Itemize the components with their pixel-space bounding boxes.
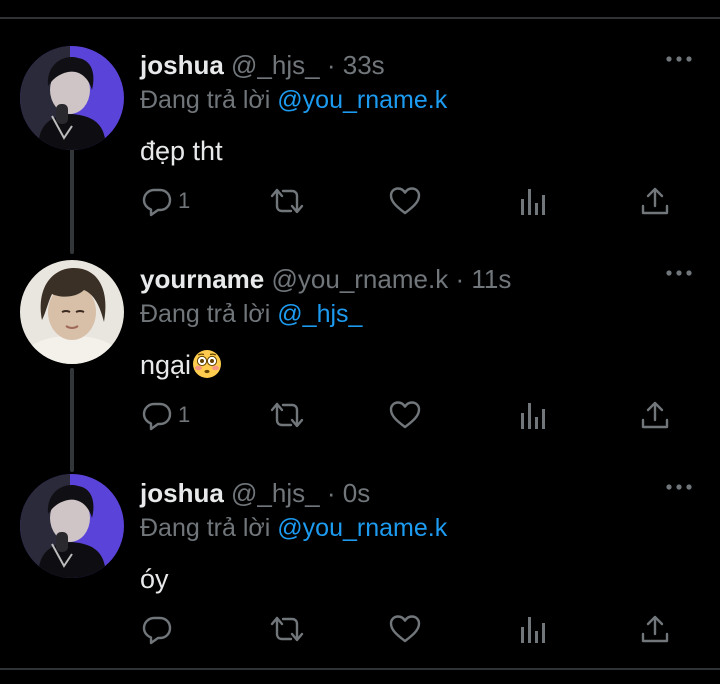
- like-button[interactable]: [388, 184, 422, 218]
- retweet-arrows-icon: [268, 612, 306, 646]
- tweet-text: óy: [140, 564, 169, 594]
- tweet-header: yourname @you_rname.k · 11s: [140, 262, 511, 296]
- tweet-header: joshua @_hjs_ · 0s: [140, 476, 370, 510]
- like-button[interactable]: [388, 612, 422, 646]
- retweet-arrows-icon: [268, 398, 306, 432]
- tweet-text: đẹp tht: [140, 136, 223, 166]
- share-button[interactable]: [638, 612, 672, 646]
- display-name[interactable]: yourname: [140, 264, 264, 294]
- speech-bubble-icon: [140, 184, 174, 218]
- more-icon[interactable]: [662, 50, 696, 68]
- reply-button[interactable]: 1: [140, 184, 190, 218]
- views-button[interactable]: [516, 184, 550, 218]
- tweet-header: joshua @_hjs_ · 33s: [140, 48, 385, 82]
- more-icon[interactable]: [662, 478, 696, 496]
- retweet-arrows-icon: [268, 184, 306, 218]
- replying-to-label: Đang trả lời: [140, 86, 271, 114]
- top-divider: [0, 17, 720, 19]
- user-handle[interactable]: @you_rname.k: [272, 264, 449, 294]
- views-button[interactable]: [516, 398, 550, 432]
- bottom-divider: [0, 668, 720, 670]
- reply-count: 1: [178, 402, 191, 427]
- mention-link[interactable]: @you_rname.k: [277, 86, 447, 114]
- avatar-joshua[interactable]: [20, 46, 124, 150]
- replying-to: Đang trả lời @_hjs_: [140, 298, 362, 330]
- tweet-text: ngại: [140, 348, 222, 382]
- retweet-button[interactable]: [268, 184, 306, 218]
- share-button[interactable]: [638, 184, 672, 218]
- flushed-face-emoji-icon: [192, 349, 222, 379]
- tweet-actions: [140, 612, 680, 646]
- separator-dot: ·: [455, 264, 465, 294]
- timestamp[interactable]: 0s: [343, 478, 370, 508]
- user-handle[interactable]: @_hjs_: [231, 478, 320, 508]
- like-button[interactable]: [388, 398, 422, 432]
- speech-bubble-icon: [140, 398, 174, 432]
- mention-link[interactable]: @_hjs_: [277, 300, 362, 328]
- separator-dot: ·: [326, 50, 336, 80]
- share-upload-icon: [638, 184, 672, 218]
- heart-outline-icon: [388, 184, 422, 218]
- timestamp[interactable]: 33s: [343, 50, 385, 80]
- display-name[interactable]: joshua: [140, 50, 224, 80]
- replying-to: Đang trả lời @you_rname.k: [140, 84, 447, 116]
- share-upload-icon: [638, 398, 672, 432]
- avatar-yourname[interactable]: [20, 260, 124, 364]
- reply-button[interactable]: [140, 612, 178, 646]
- views-button[interactable]: [516, 612, 550, 646]
- mention-link[interactable]: @you_rname.k: [277, 514, 447, 542]
- replying-to: Đang trả lời @you_rname.k: [140, 512, 447, 544]
- tweet-1[interactable]: joshua @_hjs_ · 33s Đang trả lời @you_rn…: [0, 46, 720, 256]
- avatar-joshua[interactable]: [20, 474, 124, 578]
- reply-count: 1: [178, 188, 191, 213]
- more-icon[interactable]: [662, 264, 696, 282]
- bar-chart-icon: [516, 398, 550, 432]
- separator-dot: ·: [326, 478, 336, 508]
- replying-to-label: Đang trả lời: [140, 514, 271, 542]
- bar-chart-icon: [516, 184, 550, 218]
- tweet-2[interactable]: yourname @you_rname.k · 11s Đang trả lời…: [0, 260, 720, 470]
- timestamp[interactable]: 11s: [471, 264, 511, 294]
- tweet-actions: 1: [140, 184, 680, 218]
- speech-bubble-icon: [140, 612, 174, 646]
- tweet-actions: 1: [140, 398, 680, 432]
- replying-to-label: Đang trả lời: [140, 300, 271, 328]
- retweet-button[interactable]: [268, 612, 306, 646]
- bar-chart-icon: [516, 612, 550, 646]
- retweet-button[interactable]: [268, 398, 306, 432]
- user-handle[interactable]: @_hjs_: [231, 50, 320, 80]
- tweet-text-content: ngại: [140, 350, 192, 380]
- tweet-3[interactable]: joshua @_hjs_ · 0s Đang trả lời @you_rna…: [0, 474, 720, 684]
- heart-outline-icon: [388, 612, 422, 646]
- share-button[interactable]: [638, 398, 672, 432]
- display-name[interactable]: joshua: [140, 478, 224, 508]
- heart-outline-icon: [388, 398, 422, 432]
- share-upload-icon: [638, 612, 672, 646]
- reply-button[interactable]: 1: [140, 398, 190, 432]
